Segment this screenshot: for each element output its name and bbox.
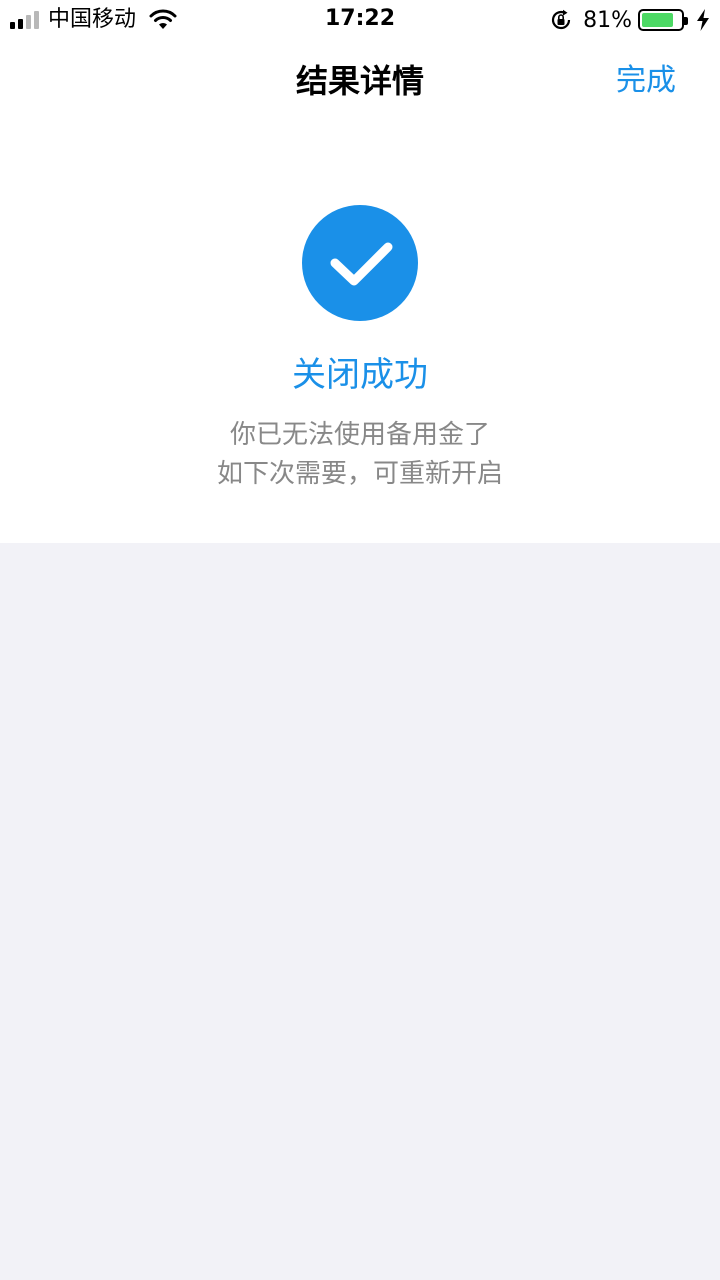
page-title: 结果详情 xyxy=(295,62,424,100)
charging-icon xyxy=(697,9,709,31)
result-title: 关闭成功 xyxy=(292,355,428,395)
result-card: 关闭成功 你已无法使用备用金了 如下次需要，可重新开启 xyxy=(0,120,720,543)
result-description-line1: 你已无法使用备用金了 xyxy=(229,420,490,450)
result-description-line2: 如下次需要，可重新开启 xyxy=(216,459,503,489)
battery-percent: 81% xyxy=(583,7,632,33)
result-description: 你已无法使用备用金了 如下次需要，可重新开启 xyxy=(0,416,720,494)
battery-icon xyxy=(638,9,688,31)
status-bar: 中国移动 17:22 81% xyxy=(0,0,720,40)
check-circle-icon xyxy=(302,205,418,321)
status-bar-right: 81% xyxy=(549,6,710,34)
done-button[interactable]: 完成 xyxy=(616,60,676,102)
screen: 中国移动 17:22 81% 结果详情 完成 关闭成功 你已无法使用备用金了 如… xyxy=(0,0,720,1280)
checkmark-icon xyxy=(330,242,393,286)
nav-bar: 结果详情 完成 xyxy=(0,40,720,120)
battery-fill xyxy=(642,13,673,27)
rotation-lock-icon xyxy=(552,9,571,30)
